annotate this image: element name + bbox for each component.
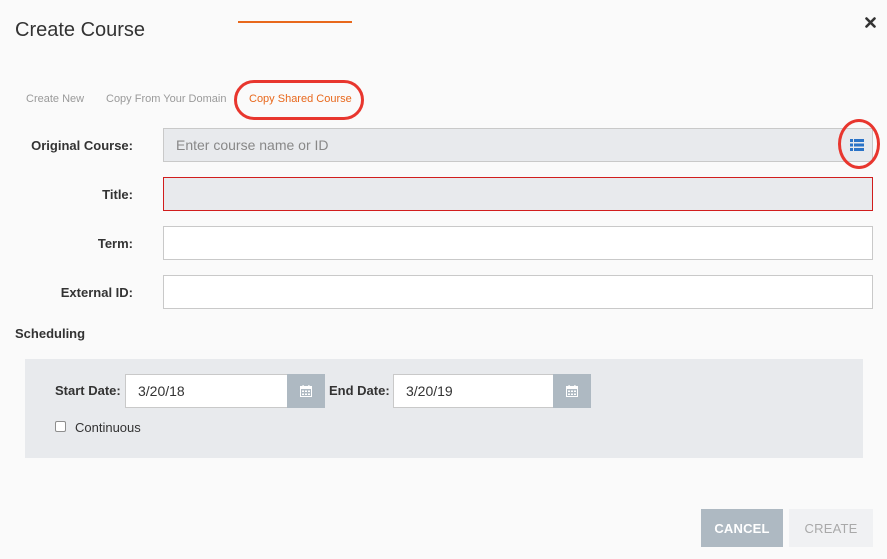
continuous-label[interactable]: Continuous [75, 420, 141, 435]
term-input[interactable] [164, 227, 872, 259]
scheduling-panel: Start Date: End Date: [25, 359, 863, 458]
calendar-icon [566, 385, 578, 397]
title-input[interactable] [164, 178, 872, 210]
create-button[interactable]: CREATE [789, 509, 873, 547]
tab-copy-shared-course[interactable]: Copy Shared Course [249, 93, 352, 105]
start-date-input[interactable] [126, 375, 287, 407]
term-field[interactable] [163, 226, 873, 260]
external-id-label: External ID: [60, 285, 133, 300]
continuous-checkbox[interactable] [55, 421, 66, 432]
calendar-icon [300, 385, 312, 397]
original-course-field[interactable] [163, 128, 873, 162]
start-date-calendar-button[interactable] [287, 374, 325, 408]
start-date-label: Start Date: [55, 383, 121, 398]
tab-create-new[interactable]: Create New [26, 93, 84, 105]
dialog-title: Create Course [15, 19, 146, 41]
external-id-field[interactable] [163, 275, 873, 309]
list-icon [850, 139, 864, 151]
create-course-dialog: Create Course Create New Copy From Your … [0, 0, 887, 559]
close-button[interactable] [860, 12, 880, 32]
end-date-label: End Date: [329, 383, 390, 398]
close-icon [864, 16, 876, 28]
end-date-input[interactable] [394, 375, 553, 407]
external-id-input[interactable] [164, 276, 872, 308]
end-date-field[interactable] [393, 374, 554, 408]
start-date-field[interactable] [125, 374, 288, 408]
title-label: Title: [102, 187, 133, 202]
original-course-label: Original Course: [31, 138, 133, 153]
browse-courses-button[interactable] [842, 130, 872, 160]
term-label: Term: [97, 236, 133, 251]
title-field[interactable] [163, 177, 873, 211]
original-course-input[interactable] [164, 129, 872, 161]
tab-copy-from-your-domain[interactable]: Copy From Your Domain [106, 93, 226, 105]
active-tab-indicator [238, 21, 352, 23]
scheduling-heading: Scheduling [15, 326, 86, 341]
end-date-calendar-button[interactable] [553, 374, 591, 408]
cancel-button[interactable]: CANCEL [701, 509, 783, 547]
